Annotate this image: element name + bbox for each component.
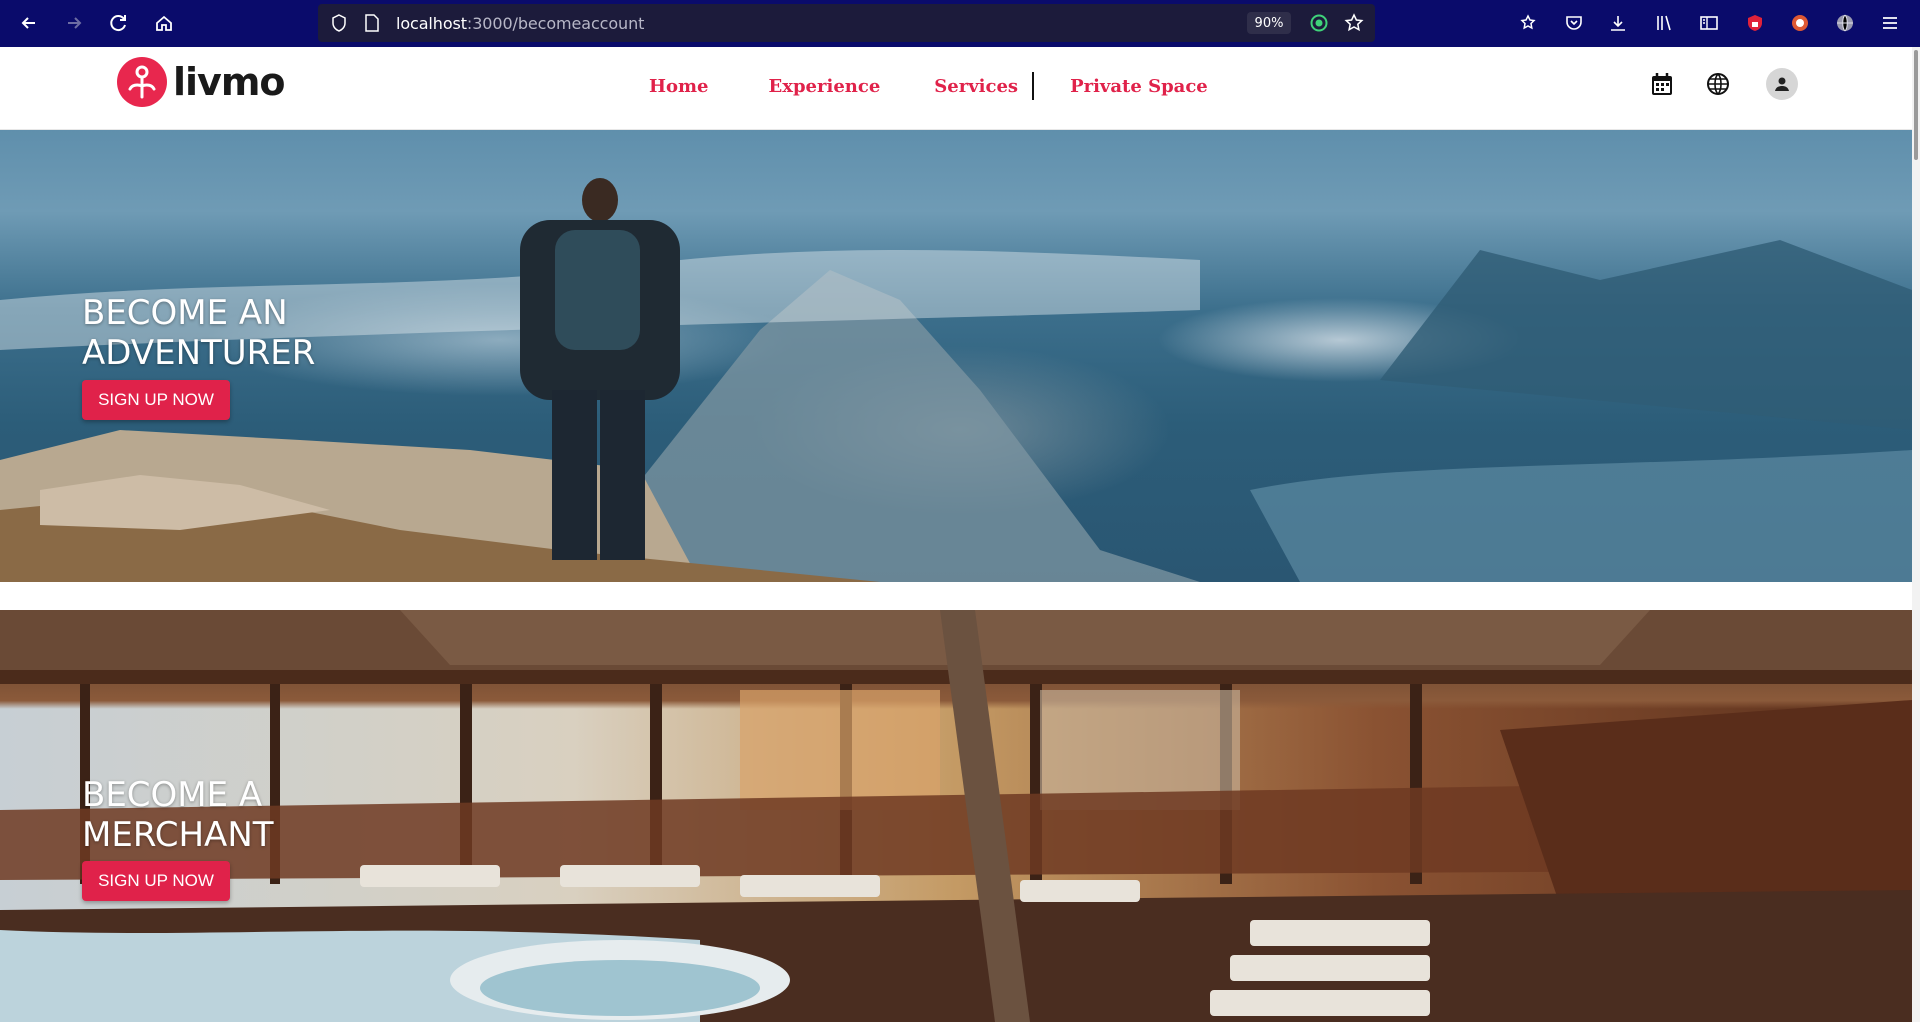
user-avatar[interactable] <box>1766 68 1798 100</box>
nav-divider <box>1032 72 1035 100</box>
logo-mark-icon <box>117 57 167 107</box>
sidebar-button[interactable] <box>1694 8 1724 38</box>
library-icon <box>1657 15 1671 31</box>
logo-text: livmo <box>173 60 286 104</box>
resort-pool-image <box>0 610 1912 1022</box>
shield-icon[interactable] <box>330 14 348 37</box>
downloads-button[interactable] <box>1603 8 1633 38</box>
zoom-level[interactable]: 90% <box>1247 12 1291 34</box>
save-to-collection-button[interactable] <box>1513 8 1543 38</box>
nav-private-space[interactable]: Private Space <box>1070 76 1208 97</box>
user-icon <box>1775 77 1789 91</box>
arrow-left-icon <box>21 17 35 29</box>
home-button[interactable] <box>149 8 179 38</box>
globe-grey-icon <box>1837 14 1853 32</box>
nav-services[interactable]: Services <box>934 76 1018 97</box>
page-icon <box>364 14 380 37</box>
privacy-extension-button[interactable] <box>1740 8 1770 38</box>
nav-home[interactable]: Home <box>649 76 709 97</box>
calendar-icon[interactable] <box>1647 69 1677 99</box>
reload-icon <box>110 15 126 32</box>
page-scrollbar[interactable] <box>1912 47 1920 1022</box>
forward-button[interactable] <box>59 8 89 38</box>
adventurer-title: BECOME AN ADVENTURER <box>82 293 316 373</box>
lock-shield-icon <box>1748 15 1762 31</box>
star-list-icon <box>1520 14 1536 30</box>
pocket-button[interactable] <box>1559 8 1589 38</box>
url-text[interactable]: localhost:3000/becomeaccount <box>396 14 644 33</box>
hamburger-icon <box>1883 17 1897 29</box>
arrow-right-icon <box>68 17 82 29</box>
extension-icon[interactable] <box>1310 14 1328 37</box>
sidebar-icon <box>1700 16 1718 30</box>
download-icon <box>1611 16 1625 31</box>
library-button[interactable] <box>1649 8 1679 38</box>
site-header: livmo Home Experience Services Private S… <box>0 47 1920 130</box>
main-nav: Home Experience Services Private Space <box>649 72 1208 100</box>
back-button[interactable] <box>14 8 44 38</box>
merchant-title: BECOME A MERCHANT <box>82 775 274 855</box>
extension-globe-button[interactable] <box>1830 8 1860 38</box>
address-bar[interactable]: localhost:3000/becomeaccount 90% <box>318 4 1375 42</box>
browser-toolbar: localhost:3000/becomeaccount 90% <box>0 0 1920 47</box>
bookmark-star-icon[interactable] <box>1344 13 1364 38</box>
reload-button[interactable] <box>104 8 134 38</box>
globe-icon[interactable] <box>1703 69 1733 99</box>
duck-icon <box>1792 15 1808 31</box>
home-icon <box>156 15 172 31</box>
menu-button[interactable] <box>1875 8 1905 38</box>
merchant-signup-button[interactable]: SIGN UP NOW <box>82 861 230 901</box>
scrollbar-thumb[interactable] <box>1914 50 1918 160</box>
duckduckgo-button[interactable] <box>1785 8 1815 38</box>
merchant-banner: BECOME A MERCHANT SIGN UP NOW <box>0 610 1912 1022</box>
logo[interactable]: livmo <box>117 57 286 107</box>
pocket-icon <box>1566 16 1582 30</box>
nav-experience[interactable]: Experience <box>769 76 881 97</box>
adventurer-signup-button[interactable]: SIGN UP NOW <box>82 380 230 420</box>
adventurer-banner: BECOME AN ADVENTURER SIGN UP NOW <box>0 130 1912 582</box>
